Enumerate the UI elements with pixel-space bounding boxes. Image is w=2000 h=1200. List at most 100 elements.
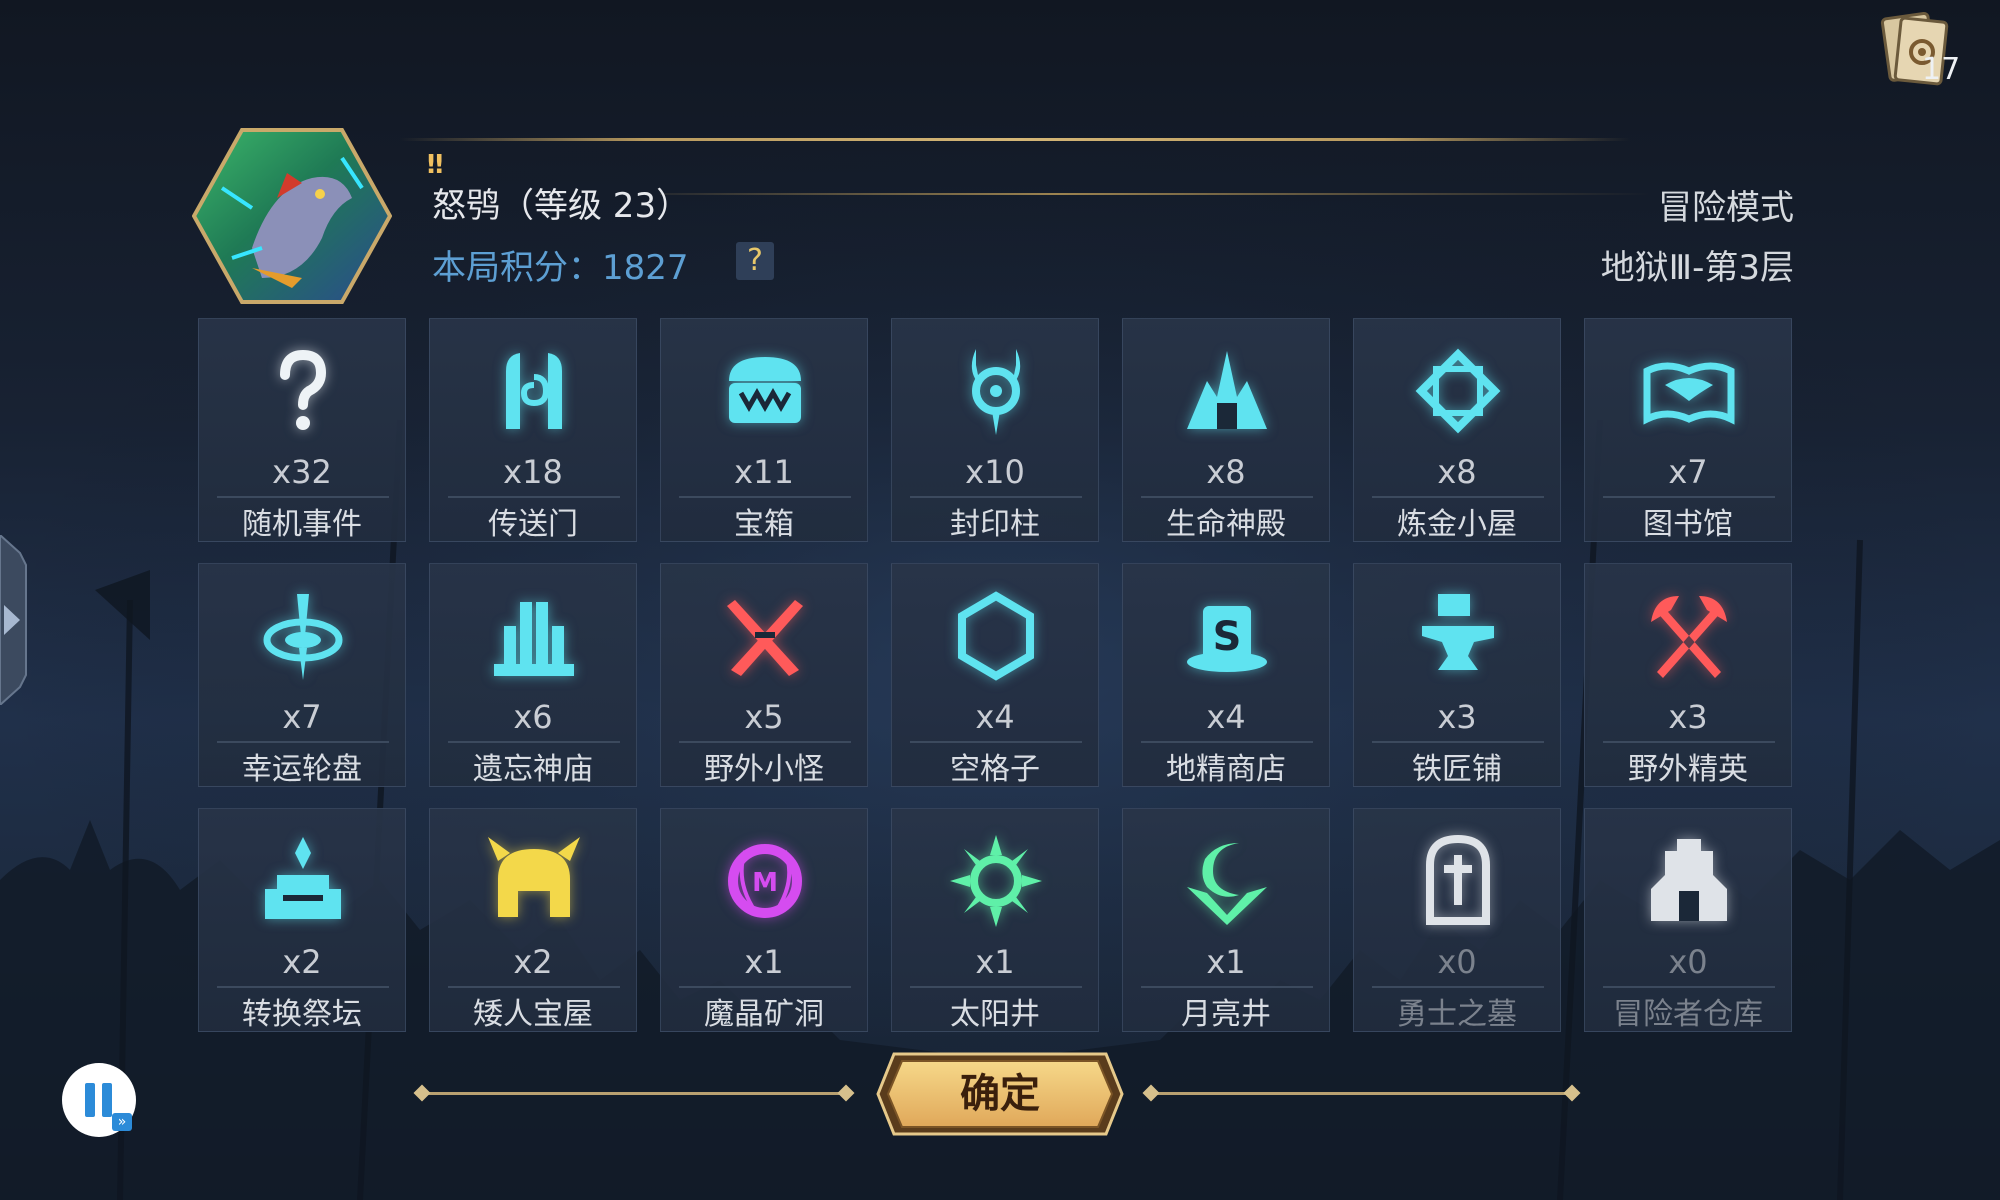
room-name: 封印柱 <box>950 507 1040 542</box>
room-count: x1 <box>1206 943 1246 981</box>
room-cell: x3 野外精英 <box>1584 563 1792 787</box>
room-cell: x7 图书馆 <box>1584 318 1792 542</box>
life-temple-icon <box>1187 351 1267 429</box>
forgotten-temple-icon <box>494 602 574 676</box>
room-cell: Mx1 魔晶矿洞 <box>660 808 868 1032</box>
room-name: 地精商店 <box>1166 752 1286 787</box>
room-name: 冒险者仓库 <box>1613 997 1763 1032</box>
moon-well-icon <box>1187 843 1267 925</box>
room-count: x4 <box>1206 698 1246 736</box>
room-count: x11 <box>734 453 794 491</box>
alert-marker: ‼ <box>427 150 444 180</box>
goblin-shop-icon: S <box>1187 606 1267 672</box>
pause-icon <box>85 1083 95 1117</box>
alchemy-icon <box>1415 348 1501 434</box>
crystal-mine-icon: M <box>728 844 802 918</box>
room-name: 转换祭坛 <box>242 997 362 1032</box>
chest-icon <box>729 357 801 423</box>
room-count: x5 <box>744 698 784 736</box>
room-cell: x8 生命神殿 <box>1122 318 1330 542</box>
room-cell: x1 太阳井 <box>891 808 1099 1032</box>
room-count: x0 <box>1437 943 1477 981</box>
room-count: x1 <box>744 943 784 981</box>
room-count: x4 <box>975 698 1015 736</box>
room-name: 炼金小屋 <box>1397 507 1517 542</box>
room-count: x32 <box>272 453 332 491</box>
hero-avatar <box>192 128 392 304</box>
library-icon <box>1643 362 1735 425</box>
svg-text:M: M <box>752 868 778 898</box>
tomb-icon <box>1426 834 1490 925</box>
help-button[interactable]: ? <box>736 242 774 280</box>
room-name: 传送门 <box>488 507 578 542</box>
room-count: x2 <box>282 943 322 981</box>
room-count: x8 <box>1206 453 1246 491</box>
room-name: 随机事件 <box>242 507 362 542</box>
side-drawer-tab[interactable] <box>0 535 28 705</box>
room-name: 遗忘神庙 <box>473 752 593 787</box>
room-cell: x10 封印柱 <box>891 318 1099 542</box>
room-cell: x0 勇士之墓 <box>1353 808 1561 1032</box>
room-name: 野外小怪 <box>704 752 824 787</box>
lucky-wheel-icon <box>263 594 343 680</box>
room-cell: x5 野外小怪 <box>660 563 868 787</box>
room-count: x3 <box>1437 698 1477 736</box>
footer-divider-end <box>837 1084 855 1102</box>
room-count: x7 <box>1668 453 1708 491</box>
question-icon <box>280 349 327 430</box>
room-count: x7 <box>282 698 322 736</box>
room-name: 野外精英 <box>1628 752 1748 787</box>
room-name: 生命神殿 <box>1166 507 1286 542</box>
room-name: 勇士之墓 <box>1397 997 1517 1032</box>
room-cell: x4 空格子 <box>891 563 1099 787</box>
room-cell: x18 传送门 <box>429 318 637 542</box>
room-name: 空格子 <box>950 752 1040 787</box>
crossed-axes-icon <box>1651 596 1727 678</box>
dungeon-level: 地狱Ⅲ-第3层 <box>1600 248 1794 288</box>
portal-icon <box>506 353 562 429</box>
room-count: x2 <box>513 943 553 981</box>
room-count: x6 <box>513 698 553 736</box>
room-name: 宝箱 <box>734 507 794 542</box>
altar-icon <box>265 837 341 919</box>
footer-divider-end <box>1142 1084 1160 1102</box>
header-divider <box>660 193 1650 195</box>
room-cell: x2 转换祭坛 <box>198 808 406 1032</box>
footer-divider-right <box>1152 1092 1572 1095</box>
room-count: x10 <box>965 453 1025 491</box>
room-cell: x0 冒险者仓库 <box>1584 808 1792 1032</box>
fast-forward-icon[interactable]: » <box>112 1113 132 1131</box>
room-count: x18 <box>503 453 563 491</box>
dwarf-helmet-icon <box>488 837 580 917</box>
room-count: x3 <box>1668 698 1708 736</box>
seal-pillar-icon <box>971 349 1021 435</box>
room-cell: x2 矮人宝屋 <box>429 808 637 1032</box>
room-cell: x11 宝箱 <box>660 318 868 542</box>
footer-divider-left <box>425 1092 847 1095</box>
room-cell: x7 幸运轮盘 <box>198 563 406 787</box>
room-stats-grid: x32 随机事件 x18 传送门 x11 宝箱 x10 封印柱 x8 生命神殿 x8 炼金小… <box>198 318 1796 1032</box>
header-divider <box>400 138 1630 141</box>
room-cell: x3 铁匠铺 <box>1353 563 1561 787</box>
confirm-button[interactable]: 确定 <box>876 1052 1124 1136</box>
pause-button[interactable]: » <box>62 1063 136 1137</box>
footer-divider-end <box>413 1084 431 1102</box>
room-cell: Sx4 地精商店 <box>1122 563 1330 787</box>
hero-name: 怒鸮（等级 23） <box>432 186 691 226</box>
sun-well-icon <box>950 835 1042 927</box>
room-name: 图书馆 <box>1643 507 1733 542</box>
room-count: x8 <box>1437 453 1477 491</box>
room-name: 月亮井 <box>1181 997 1271 1032</box>
room-cell: x8 炼金小屋 <box>1353 318 1561 542</box>
anvil-icon <box>1422 594 1494 670</box>
room-name: 矮人宝屋 <box>473 997 593 1032</box>
footer-divider-end <box>1563 1084 1581 1102</box>
room-cell: x1 月亮井 <box>1122 808 1330 1032</box>
score-label: 本局积分：1827 <box>432 248 689 288</box>
room-cell: x32 随机事件 <box>198 318 406 542</box>
hexagon-icon <box>958 591 1034 681</box>
pause-icon <box>102 1083 112 1117</box>
room-count: x1 <box>975 943 1015 981</box>
room-name: 铁匠铺 <box>1412 752 1502 787</box>
svg-text:S: S <box>1213 614 1242 660</box>
